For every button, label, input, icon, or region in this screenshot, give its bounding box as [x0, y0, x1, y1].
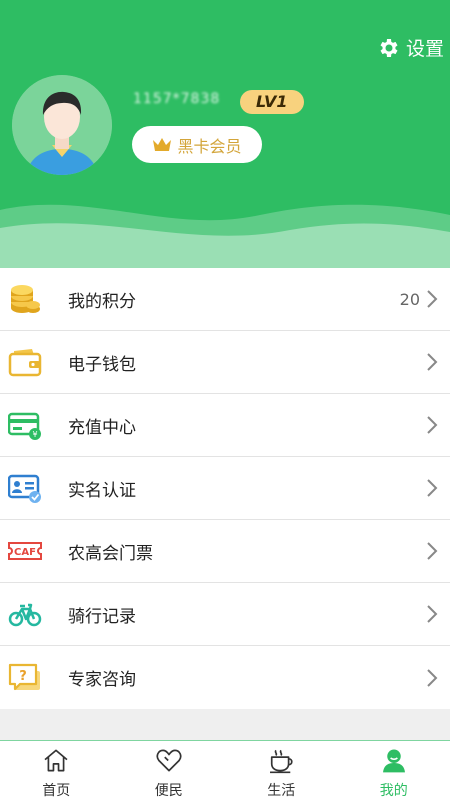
default-avatar-icon — [12, 75, 112, 175]
level-badge: LV1 — [240, 90, 304, 114]
crown-icon — [153, 137, 172, 151]
gear-icon — [380, 38, 398, 57]
menu-item-points[interactable]: 我的积分 20 — [0, 268, 450, 331]
id-card-icon — [8, 471, 42, 505]
menu-item-expert-consult[interactable]: ? 专家咨询 — [0, 646, 450, 709]
question-chat-icon: ? — [8, 661, 42, 695]
chevron-right-icon — [427, 542, 438, 560]
menu-item-cycling-records[interactable]: 骑行记录 — [0, 583, 450, 646]
menu-item-real-name[interactable]: 实名认证 — [0, 457, 450, 520]
coffee-cup-icon — [270, 749, 293, 774]
home-icon — [44, 749, 68, 772]
coins-icon — [8, 282, 42, 316]
tab-life[interactable]: 生活 — [225, 741, 338, 800]
menu-item-label: 实名认证 — [68, 480, 136, 501]
vip-label: 黑卡会员 — [177, 136, 242, 156]
chevron-right-icon — [427, 416, 438, 434]
user-id: 1157*7838 — [133, 91, 221, 107]
svg-text:¥: ¥ — [32, 430, 37, 439]
menu-item-label: 充值中心 — [68, 417, 136, 438]
chevron-right-icon — [427, 353, 438, 371]
chevron-right-icon — [427, 290, 438, 308]
chevron-right-icon — [427, 605, 438, 623]
profile-menu: 我的积分 20 电子钱包 ¥ 充值中心 实名认证 CAF 农高会门票 骑行记录 … — [0, 268, 450, 709]
tab-home[interactable]: 首页 — [0, 741, 113, 800]
menu-item-label: 专家咨询 — [68, 670, 136, 690]
svg-text:?: ? — [19, 669, 27, 684]
menu-item-label: 农高会门票 — [68, 543, 153, 564]
menu-item-expo-ticket[interactable]: CAF 农高会门票 — [0, 520, 450, 583]
ticket-icon: CAF — [8, 534, 42, 568]
settings-label: 设置 — [405, 38, 444, 60]
wallet-icon — [8, 345, 42, 379]
tab-label: 我的 — [379, 783, 408, 799]
avatar[interactable] — [12, 75, 112, 175]
bicycle-icon — [8, 597, 42, 631]
tab-mine[interactable]: 我的 — [338, 741, 450, 800]
menu-item-recharge[interactable]: ¥ 充值中心 — [0, 394, 450, 457]
vip-member-chip[interactable]: 黑卡会员 — [132, 126, 262, 163]
tab-label: 便民 — [154, 783, 183, 799]
menu-item-wallet[interactable]: 电子钱包 — [0, 331, 450, 394]
svg-text:CAF: CAF — [14, 547, 36, 558]
menu-item-label: 电子钱包 — [68, 354, 136, 375]
points-value: 20 — [399, 289, 420, 309]
menu-item-label: 骑行记录 — [68, 606, 136, 627]
user-icon — [382, 749, 405, 773]
profile-header: 设置 1157*7838 LV1 黑卡会员 — [0, 0, 450, 268]
settings-button[interactable]: 设置 — [377, 34, 444, 61]
tab-convenience[interactable]: 便民 — [113, 741, 226, 800]
menu-item-label: 我的积分 — [68, 291, 136, 312]
chevron-right-icon — [427, 479, 438, 497]
recharge-card-icon: ¥ — [8, 408, 42, 442]
bottom-tab-bar: 首页 便民 生活 我的 — [0, 740, 450, 800]
tab-label: 首页 — [42, 783, 71, 799]
heart-icon — [156, 749, 182, 772]
tab-label: 生活 — [267, 783, 296, 799]
chevron-right-icon — [427, 668, 438, 687]
